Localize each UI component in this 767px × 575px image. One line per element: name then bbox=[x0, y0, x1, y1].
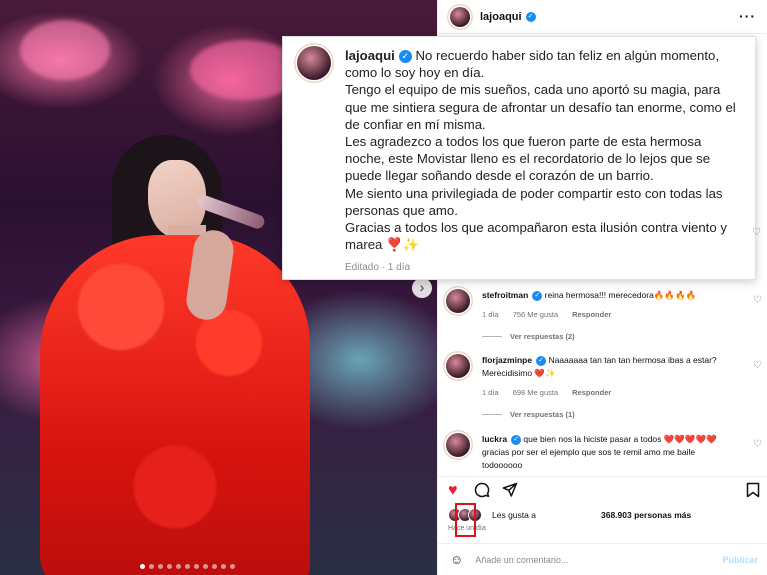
comment-like-heart-icon[interactable]: ♡ bbox=[753, 295, 762, 306]
caption-username[interactable]: lajoaqui bbox=[345, 48, 395, 63]
verified-icon: ✓ bbox=[536, 355, 547, 366]
view-replies-label[interactable]: Ver respuestas (1) bbox=[510, 410, 575, 419]
carousel-dot[interactable] bbox=[230, 564, 235, 569]
emoji-icon[interactable]: ☺ bbox=[450, 552, 463, 567]
comment-text: reina hermosa!!! merecedora🔥🔥🔥🔥 bbox=[544, 290, 697, 300]
comment-icon[interactable] bbox=[474, 482, 490, 503]
post-comment-button[interactable]: Publicar bbox=[722, 555, 758, 565]
carousel-dot[interactable] bbox=[203, 564, 208, 569]
carousel-dot[interactable] bbox=[167, 564, 172, 569]
more-options-icon[interactable]: ··· bbox=[739, 8, 756, 24]
reply-button[interactable]: Responder bbox=[572, 308, 611, 321]
comment-item: luckra ✓ que bien nos la hiciste pasar a … bbox=[446, 433, 766, 472]
heart-icon[interactable]: ♥ bbox=[448, 482, 458, 500]
commenter-username[interactable]: luckra bbox=[482, 434, 507, 444]
carousel-dot[interactable] bbox=[158, 564, 163, 569]
carousel-dot[interactable] bbox=[140, 564, 145, 569]
comment-like-heart-icon[interactable]: ♡ bbox=[753, 439, 762, 450]
red-feather-dress bbox=[40, 235, 310, 575]
carousel-next-button[interactable]: › bbox=[412, 278, 432, 298]
carousel-dot[interactable] bbox=[185, 564, 190, 569]
comment-likes[interactable]: 756 Me gusta bbox=[513, 308, 558, 321]
likes-label: Les gusta a bbox=[492, 510, 536, 520]
comment-like-heart-icon[interactable]: ♡ bbox=[753, 360, 762, 371]
verified-icon: ✓ bbox=[525, 11, 536, 22]
share-icon[interactable] bbox=[502, 482, 518, 503]
caption-text-block: lajoaqui ✓ No recuerdo haber sido tan fel… bbox=[345, 47, 743, 253]
reply-button[interactable]: Responder bbox=[572, 386, 611, 399]
comment-item: stefroitman ✓ reina hermosa!!! merecedora… bbox=[446, 289, 766, 321]
caption-like-heart-icon[interactable]: ♡ bbox=[752, 227, 761, 238]
carousel-dot[interactable] bbox=[194, 564, 199, 569]
comment-input[interactable] bbox=[475, 554, 696, 565]
carousel-dot[interactable] bbox=[176, 564, 181, 569]
view-replies-label[interactable]: Ver respuestas (2) bbox=[510, 332, 575, 341]
caption-popup: lajoaqui ✓ No recuerdo haber sido tan fel… bbox=[282, 36, 761, 280]
caption-author-avatar[interactable] bbox=[297, 46, 331, 80]
view-replies-link[interactable]: Ver respuestas (1) bbox=[482, 410, 575, 419]
commenter-avatar[interactable] bbox=[446, 289, 470, 313]
commenter-username[interactable]: florjazminpe bbox=[482, 355, 532, 365]
likes-count[interactable]: 368.903 personas más bbox=[601, 510, 691, 520]
comment-composer: ☺ Publicar bbox=[438, 543, 767, 575]
comment-likes[interactable]: 698 Me gusta bbox=[513, 386, 558, 399]
author-username[interactable]: lajoaqui bbox=[480, 11, 522, 23]
carousel-dot[interactable] bbox=[212, 564, 217, 569]
comment-age: 1 día bbox=[482, 310, 499, 319]
caption-edited-label: Editado · 1 día bbox=[345, 262, 411, 273]
bookmark-icon[interactable] bbox=[746, 482, 760, 503]
commenter-username[interactable]: stefroitman bbox=[482, 290, 528, 300]
likes-summary: Les gusta a 368.903 personas más bbox=[448, 508, 758, 522]
comment-age: 1 día bbox=[482, 388, 499, 397]
carousel-dot[interactable] bbox=[221, 564, 226, 569]
caption-text: No recuerdo haber sido tan feliz en algú… bbox=[345, 48, 736, 253]
carousel-dot[interactable] bbox=[149, 564, 154, 569]
annotation-highlight-box bbox=[455, 503, 476, 537]
verified-icon: ✓ bbox=[511, 434, 522, 445]
post-header: lajoaqui ✓ ··· bbox=[438, 0, 767, 34]
commenter-avatar[interactable] bbox=[446, 433, 470, 457]
commenter-avatar[interactable] bbox=[446, 354, 470, 378]
verified-icon: ✓ bbox=[532, 290, 543, 301]
carousel-dots bbox=[140, 564, 235, 569]
author-avatar[interactable] bbox=[450, 6, 470, 27]
comment-item: florjazminpe ✓ Naaaaaaa tan tan tan hermo… bbox=[446, 354, 766, 399]
view-replies-link[interactable]: Ver respuestas (2) bbox=[482, 332, 575, 341]
verified-icon: ✓ bbox=[398, 50, 412, 64]
post-actions-bar: ♥ bbox=[438, 476, 767, 506]
